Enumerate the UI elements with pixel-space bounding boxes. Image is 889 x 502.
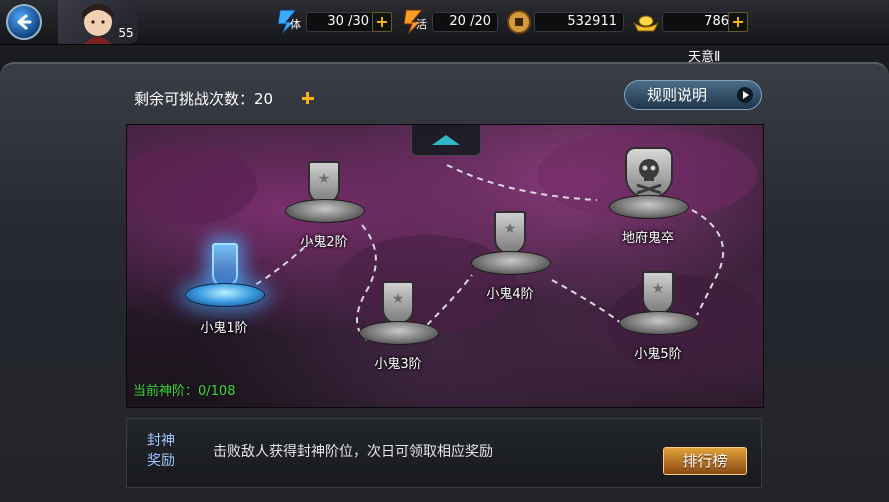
reward-title: 封神奖励 [147,433,175,469]
stage-node-2[interactable]: 小鬼2阶 [279,159,369,250]
coins-resource: 532911 [506,10,626,34]
stage-node-label: 小鬼3阶 [374,357,422,372]
chevron-right-icon [737,87,753,103]
stage-node-boss[interactable]: 地府鬼卒 [603,147,693,246]
energy-icon-label: 活 [416,18,427,31]
stamina-value: 30 /30 [306,12,376,32]
challenges-remaining-label: 剩余可挑战次数：20 [134,90,274,108]
stage-node-label: 小鬼1阶 [200,321,248,336]
add-ingots-button[interactable] [728,12,748,32]
reward-description: 击败敌人获得封神阶位，次日可领取相应奖励 [213,444,493,460]
back-arrow-icon [17,14,32,30]
stamina-icon-label: 体 [290,18,301,31]
pedestal [609,195,689,219]
energy-resource: 活 20 /20 [402,9,502,34]
pedestal [285,199,365,223]
player-level: 55 [114,24,138,42]
rules-button[interactable]: 规则说明 [624,80,762,110]
gold-ingot-icon [632,15,660,32]
pedestal [619,311,699,335]
locked-shield-icon [494,211,526,255]
skull-icon [636,159,662,195]
stage-node-label: 小鬼2阶 [300,235,348,250]
progress-label: 当前神阶：0/108 [133,384,236,399]
locked-shield-icon [642,271,674,315]
locked-shield-icon [382,281,414,325]
stage-node-1[interactable]: 小鬼1阶 [179,243,269,336]
stage-node-5[interactable]: 小鬼5阶 [613,271,703,362]
stage-node-label: 小鬼4阶 [486,287,534,302]
coins-value: 532911 [534,12,624,32]
pedestal [185,283,265,307]
energy-value: 20 /20 [432,12,498,32]
stage-node-3[interactable]: 小鬼3阶 [353,281,443,372]
pedestal [471,251,551,275]
leaderboard-button[interactable]: 排行榜 [663,447,747,475]
stage-map: 小鬼1阶 小鬼2阶 小鬼3阶 小鬼4阶 小鬼5阶 [126,124,764,408]
pedestal [359,321,439,345]
ingots-value: 786 [662,12,736,32]
stage-node-label: 地府鬼卒 [621,231,674,246]
coin-icon [507,10,531,34]
top-bar: 55 体 30 /30 活 20 /20 532911 786 [0,0,889,45]
scroll-up-button[interactable] [411,125,481,156]
stage-node-label: 小鬼5阶 [634,347,682,362]
portal-icon [212,243,238,287]
back-button[interactable] [6,4,42,40]
ingots-resource: 786 [632,10,752,34]
reward-panel: 封神奖励 击败敌人获得封神阶位，次日可领取相应奖励 排行榜 [126,418,762,488]
add-stamina-button[interactable] [372,12,392,32]
add-challenges-button[interactable] [300,90,316,106]
stamina-resource: 体 30 /30 [276,9,396,34]
rules-button-label: 规则说明 [647,86,708,104]
stage-node-4[interactable]: 小鬼4阶 [465,211,555,302]
skull-shield-icon [625,147,673,199]
